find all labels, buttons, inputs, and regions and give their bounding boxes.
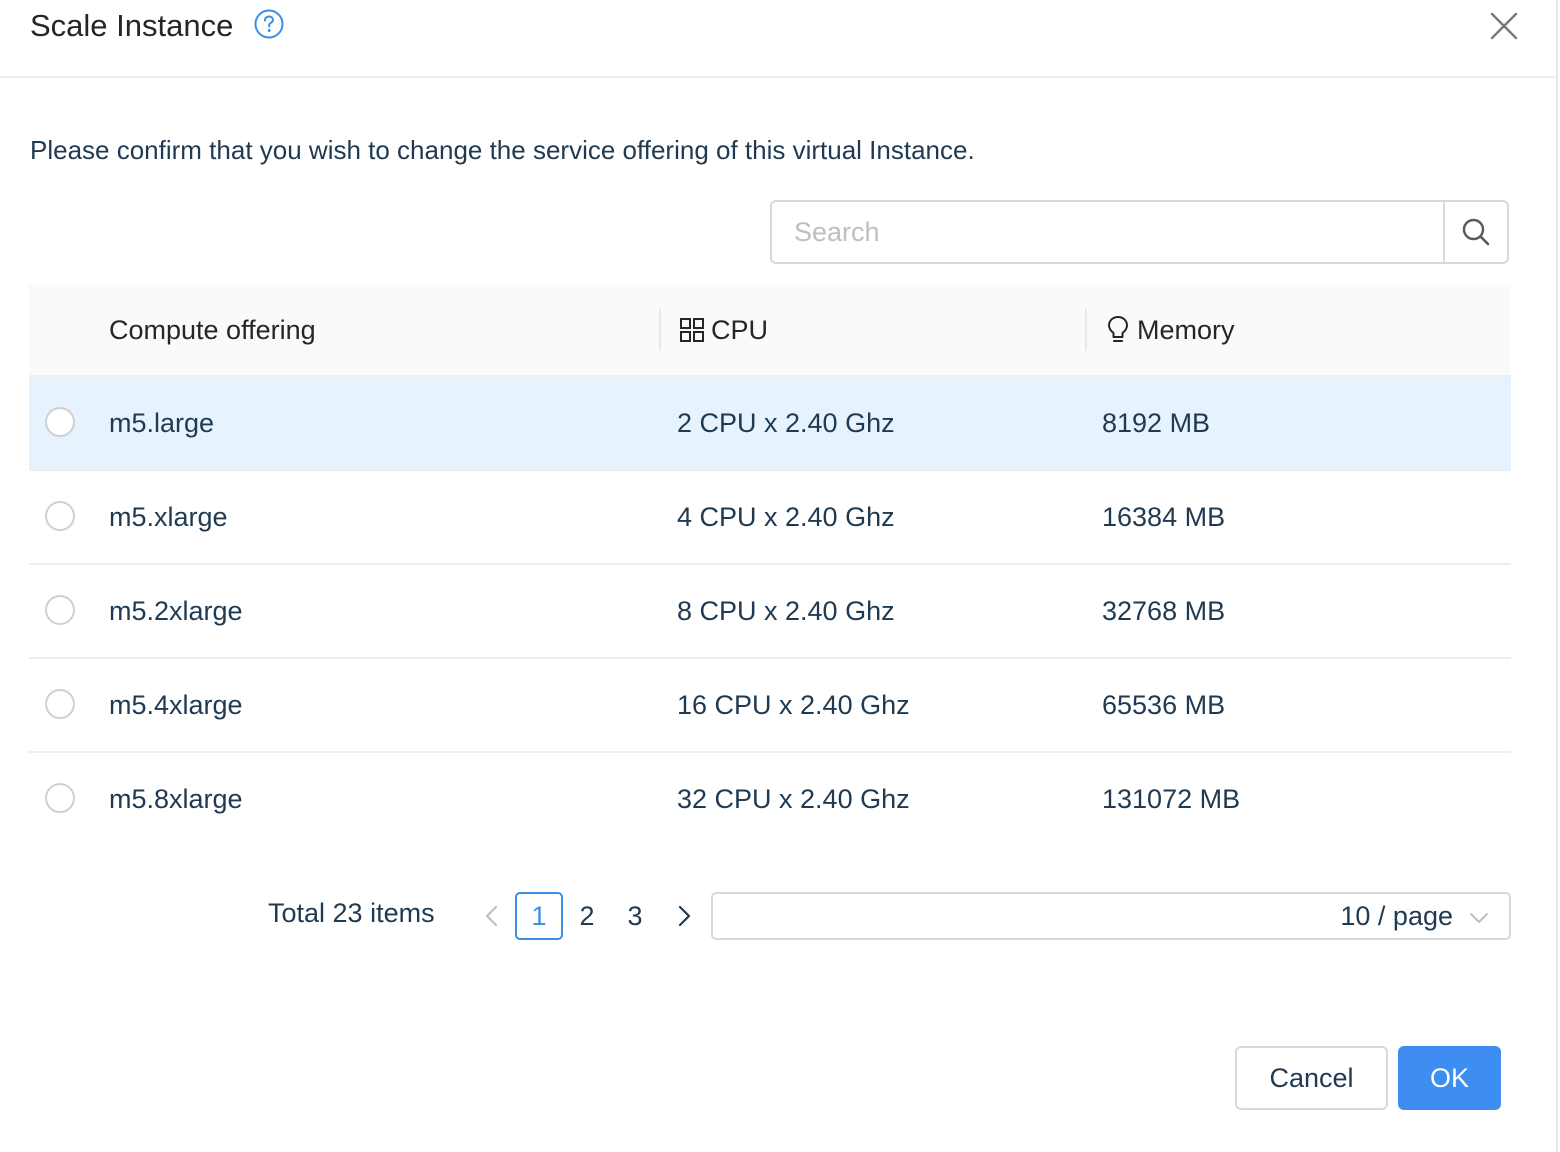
appstore-icon (679, 317, 705, 343)
row-radio[interactable] (45, 407, 75, 437)
offering-memory: 32768 MB (1102, 595, 1226, 626)
offering-name: m5.large (109, 407, 215, 438)
page-3[interactable]: 3 (611, 892, 659, 940)
pagination: Total 23 items 1 2 3 10 / page (0, 892, 1560, 940)
ok-button[interactable]: OK (1398, 1046, 1501, 1110)
cancel-button[interactable]: Cancel (1235, 1046, 1388, 1110)
search-icon (1462, 218, 1490, 246)
confirmation-message: Please confirm that you wish to change t… (30, 135, 975, 165)
page-size-value: 10 / page (1340, 901, 1453, 931)
offering-cpu: 32 CPU x 2.40 Ghz (677, 783, 910, 814)
column-header-compute-offering: Compute offering (109, 314, 316, 345)
column-divider (1085, 309, 1087, 351)
column-header-memory: Memory (1105, 285, 1235, 375)
offering-cpu: 8 CPU x 2.40 Ghz (677, 595, 895, 626)
row-radio[interactable] (45, 689, 75, 719)
table-row[interactable]: m5.2xlarge 8 CPU x 2.40 Ghz 32768 MB (29, 565, 1511, 659)
offering-cpu: 16 CPU x 2.40 Ghz (677, 689, 910, 720)
offering-memory: 16384 MB (1102, 501, 1226, 532)
row-radio[interactable] (45, 783, 75, 813)
table-row[interactable]: m5.large 2 CPU x 2.40 Ghz 8192 MB (29, 377, 1511, 471)
pagination-total: Total 23 items (268, 898, 435, 928)
table-row[interactable]: m5.4xlarge 16 CPU x 2.40 Ghz 65536 MB (29, 659, 1511, 753)
chevron-down-icon (1470, 913, 1488, 923)
column-header-cpu: CPU (679, 285, 768, 375)
bulb-icon (1105, 315, 1131, 345)
offering-name: m5.2xlarge (109, 595, 243, 626)
compute-offering-table: Compute offering CPU Memory m5.large 2 C… (29, 285, 1511, 847)
offering-name: m5.8xlarge (109, 783, 243, 814)
chevron-left-icon[interactable] (478, 902, 506, 930)
offering-name: m5.4xlarge (109, 689, 243, 720)
row-radio[interactable] (45, 595, 75, 625)
column-header-cpu-label: CPU (711, 314, 769, 345)
table-row[interactable]: m5.8xlarge 32 CPU x 2.40 Ghz 131072 MB (29, 753, 1511, 847)
scale-instance-dialog: Scale Instance Please confirm that you w… (0, 0, 1558, 1152)
dialog-title: Scale Instance (30, 8, 234, 43)
page-1[interactable]: 1 (515, 892, 563, 940)
search-button[interactable] (1443, 202, 1507, 262)
table-header: Compute offering CPU Memory (29, 285, 1511, 377)
offering-cpu: 4 CPU x 2.40 Ghz (677, 501, 895, 532)
page-size-select[interactable]: 10 / page (711, 892, 1511, 940)
offering-memory: 65536 MB (1102, 689, 1226, 720)
offering-name: m5.xlarge (109, 501, 228, 532)
offering-memory: 8192 MB (1102, 407, 1211, 438)
offering-cpu: 2 CPU x 2.40 Ghz (677, 407, 895, 438)
row-radio[interactable] (45, 501, 75, 531)
close-icon[interactable] (1486, 8, 1522, 44)
search-box (770, 200, 1509, 264)
table-row[interactable]: m5.xlarge 4 CPU x 2.40 Ghz 16384 MB (29, 471, 1511, 565)
page-2[interactable]: 2 (563, 892, 611, 940)
offering-memory: 131072 MB (1102, 783, 1241, 814)
search-input[interactable] (772, 202, 1443, 262)
column-divider (659, 309, 661, 351)
question-circle-icon[interactable] (254, 9, 284, 39)
column-header-memory-label: Memory (1137, 314, 1235, 345)
dialog-header: Scale Instance (0, 0, 1558, 78)
chevron-right-icon[interactable] (670, 902, 698, 930)
